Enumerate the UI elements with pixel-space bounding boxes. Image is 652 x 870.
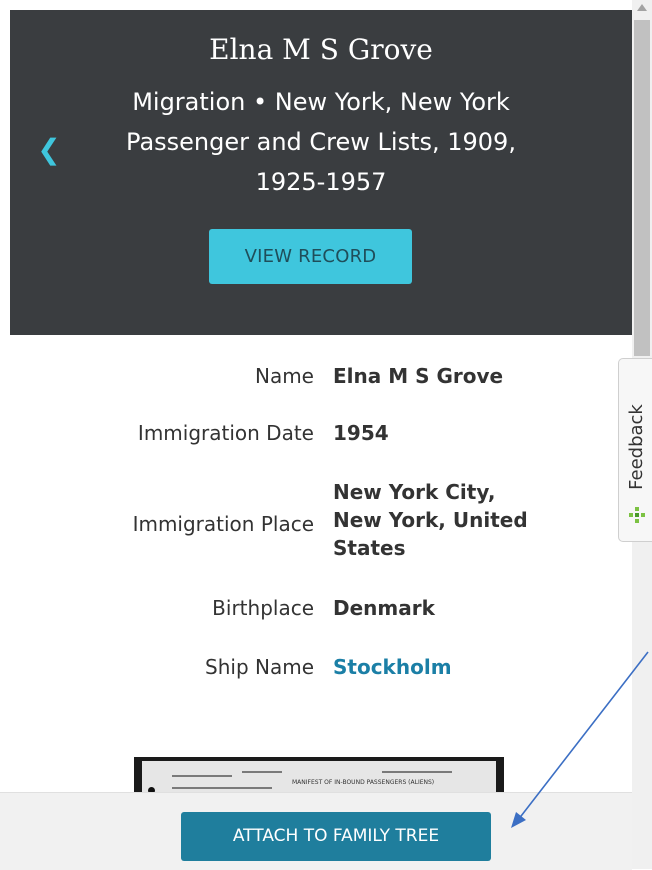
detail-label: Ship Name: [205, 655, 314, 679]
detail-value: New York City, New York, United States: [333, 478, 593, 562]
record-header: ❮ Elna M S Grove Migration • New York, N…: [10, 10, 632, 335]
record-image-thumbnail[interactable]: MANIFEST OF IN-BOUND PASSENGERS (ALIENS): [134, 757, 504, 797]
view-record-button[interactable]: VIEW RECORD: [209, 229, 412, 284]
chevron-left-icon[interactable]: ❮: [34, 130, 64, 170]
subtitle-line-3: 1925-1957: [255, 168, 387, 196]
detail-value-line: States: [333, 536, 406, 560]
detail-value: Denmark: [333, 596, 435, 620]
record-subtitle: Migration • New York, New York Passenger…: [70, 82, 572, 202]
thumb-header-text: MANIFEST OF IN-BOUND PASSENGERS (ALIENS): [292, 779, 435, 786]
feedback-tab[interactable]: Feedback: [618, 358, 652, 542]
detail-label: Immigration Date: [137, 421, 314, 445]
detail-value: 1954: [333, 421, 389, 445]
attach-to-family-tree-button[interactable]: ATTACH TO FAMILY TREE: [181, 812, 491, 861]
detail-value: Elna M S Grove: [333, 364, 504, 388]
thumb-text-line: [382, 771, 452, 773]
feedback-leaf-icon: [629, 507, 645, 523]
scrollbar-thumb[interactable]: [634, 20, 650, 356]
feedback-label: Feedback: [626, 404, 647, 490]
subtitle-line-1: Migration • New York, New York: [132, 88, 510, 116]
thumb-text-line: [172, 787, 272, 789]
detail-value-line: New York City,: [333, 480, 496, 504]
subtitle-line-2: Passenger and Crew Lists, 1909,: [126, 128, 516, 156]
record-title: Elna M S Grove: [209, 33, 433, 66]
detail-label: Name: [254, 364, 314, 388]
scroll-up-arrow-icon[interactable]: [637, 4, 647, 11]
detail-label: Birthplace: [212, 596, 314, 620]
thumb-text-line: [172, 775, 232, 777]
top-strip: [0, 0, 652, 10]
detail-value-line: New York, United: [333, 508, 528, 532]
detail-label: Immigration Place: [132, 512, 314, 536]
bottom-action-bar: ATTACH TO FAMILY TREE: [0, 792, 632, 870]
ship-name-link[interactable]: Stockholm: [333, 653, 593, 681]
thumb-text-line: [242, 771, 282, 773]
